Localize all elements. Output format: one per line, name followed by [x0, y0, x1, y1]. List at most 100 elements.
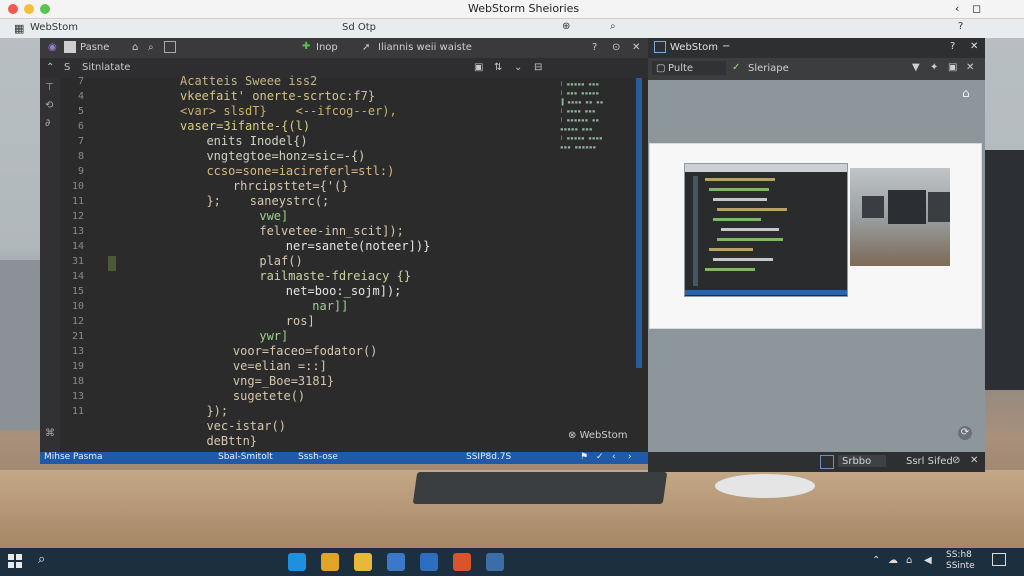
status-right[interactable]: SSIP8d.7S	[466, 452, 511, 462]
toolbar-menu-label[interactable]: Iliannis weii waiste	[378, 42, 472, 53]
search-icon[interactable]: ⌕	[610, 21, 616, 32]
code-line[interactable]: });	[140, 404, 560, 419]
code-line[interactable]: <var> slsdT} <--ifcog--er),	[140, 104, 560, 119]
line-number: 21	[71, 331, 84, 342]
close-icon[interactable]: ✕	[970, 455, 978, 466]
close-icon[interactable]: ✕	[632, 42, 640, 53]
status-left[interactable]: Mihse Pasma	[44, 452, 103, 462]
bookmark-icon[interactable]: ∂	[45, 118, 50, 129]
run-icon[interactable]: ✚	[302, 41, 310, 52]
code-line[interactable]: voor=faceo=fodator()	[140, 344, 560, 359]
question-icon[interactable]: ?	[950, 41, 955, 52]
code-line[interactable]: plaf()	[140, 254, 560, 269]
chrome-icon[interactable]	[321, 553, 339, 571]
code-line[interactable]: nar]]	[140, 299, 560, 314]
code-line[interactable]: railmaste-fdreiacy {}	[140, 269, 560, 284]
code-line[interactable]: felvetee-inn_scit]);	[140, 224, 560, 239]
globe-icon[interactable]: ⊕	[562, 21, 570, 32]
status-mid1[interactable]: Sbal-Smitolt	[218, 452, 273, 462]
chevron-left-icon[interactable]: ‹	[612, 452, 616, 462]
editor-scrollbar[interactable]	[636, 78, 642, 368]
window-min-button[interactable]: ‹	[955, 2, 959, 15]
refresh-icon[interactable]: ⟳	[958, 426, 972, 440]
filter-icon[interactable]: ⊟	[534, 62, 542, 73]
code-line[interactable]: }; saneystrc(;	[140, 194, 560, 209]
code-line[interactable]: enits Inodel{)	[140, 134, 560, 149]
chrome2-icon[interactable]	[453, 553, 471, 571]
code-line[interactable]: vng=_Boe=3181}	[140, 374, 560, 389]
question-icon[interactable]: ?	[592, 42, 597, 53]
preview-label[interactable]: Sleriape	[748, 63, 789, 74]
chevron-up-icon[interactable]: ⌃	[872, 555, 880, 566]
s-icon[interactable]: S	[64, 62, 70, 73]
code-line[interactable]: sugetete()	[140, 389, 560, 404]
up-icon[interactable]: ⌃	[46, 62, 54, 73]
sort-icon[interactable]: ⇅	[494, 62, 502, 73]
thumbnail-monitor	[862, 196, 884, 218]
file-select-label[interactable]: Pulte	[668, 63, 693, 74]
gear-icon[interactable]: ✦	[930, 62, 938, 73]
code-line[interactable]: ccso=sone=iacireferl=stl:)	[140, 164, 560, 179]
store-icon[interactable]	[387, 553, 405, 571]
code-line[interactable]: vaser=3ifante-{(l)	[140, 119, 560, 134]
close-icon[interactable]: ✕	[966, 62, 974, 73]
code-line[interactable]: vec-istar()	[140, 419, 560, 434]
home-icon[interactable]: ⌂	[962, 86, 970, 100]
code-line[interactable]: ve=elian =::]	[140, 359, 560, 374]
chevron-down-icon[interactable]: ⌄	[514, 62, 522, 73]
volume-icon[interactable]: ◀	[924, 555, 932, 566]
code-line[interactable]: vwe]	[140, 209, 560, 224]
question-icon[interactable]: ?	[958, 21, 963, 32]
structure-icon[interactable]: ⟲	[45, 100, 53, 111]
search-icon[interactable]: ⌕	[38, 552, 45, 567]
pin-icon[interactable]: ⊤	[45, 82, 54, 93]
window-max-button[interactable]: ◻	[972, 2, 981, 15]
find-icon[interactable]: ⌕	[148, 42, 154, 53]
cloud-icon[interactable]: ☁	[888, 555, 898, 566]
camera-icon[interactable]: ▣	[474, 62, 483, 73]
thumbnail-gutter	[693, 176, 698, 286]
settings-icon[interactable]: ⊙	[612, 42, 620, 53]
terminal-icon[interactable]: ⌘	[45, 428, 55, 439]
layout-icon[interactable]	[164, 41, 176, 53]
thumbnail-code	[684, 163, 848, 297]
webstorm-icon[interactable]	[486, 553, 504, 571]
home-icon[interactable]: ⌂	[132, 42, 138, 53]
code-editor[interactable]: Acatteis Sweee iss2 vkeefait' onerte-scrt…	[140, 74, 560, 449]
code-line[interactable]: net=boo:_sojm]);	[140, 284, 560, 299]
dropdown-icon[interactable]: ▼	[912, 62, 920, 73]
bottom-button[interactable]: Srbbo	[842, 456, 871, 467]
code-line[interactable]: Acatteis Sweee iss2	[140, 74, 560, 89]
code-line[interactable]: deBttn}	[140, 434, 560, 449]
code-line[interactable]: rhrcipsttet={'(}	[140, 179, 560, 194]
device-icon[interactable]	[820, 455, 834, 469]
lock-icon[interactable]: ✓	[596, 452, 604, 462]
code-line[interactable]: ros]	[140, 314, 560, 329]
git-icon[interactable]: ⚑	[580, 452, 588, 462]
close-dot-icon[interactable]	[8, 4, 18, 14]
chevron-right-icon[interactable]: ›	[628, 452, 632, 462]
notifications-icon[interactable]	[992, 553, 1006, 566]
run-label[interactable]: Inop	[316, 42, 338, 53]
tab-file-label[interactable]: Pasne	[80, 42, 109, 53]
windows-start-icon[interactable]	[8, 554, 22, 568]
minimize-dot-icon[interactable]	[24, 4, 34, 14]
code-line[interactable]: ywr]	[140, 329, 560, 344]
thumbnail-line	[717, 238, 783, 241]
close-icon[interactable]: ✕	[970, 41, 978, 52]
status-mid2[interactable]: Sssh-ose	[298, 452, 338, 462]
preview-title[interactable]: WebStom	[670, 42, 718, 53]
code-line[interactable]: vngtegtoe=honz=sic=-{)	[140, 149, 560, 164]
code-line[interactable]: vkeefait' onerte-scrtoc:f7}	[140, 89, 560, 104]
zoom-dot-icon[interactable]	[40, 4, 50, 14]
slash-icon[interactable]: ⊘	[952, 455, 960, 466]
mail-icon[interactable]	[420, 553, 438, 571]
network-icon[interactable]: ⌂	[906, 555, 912, 566]
edge-icon[interactable]	[288, 553, 306, 571]
clock-time[interactable]: SS:h8	[946, 550, 972, 560]
code-line[interactable]: ner=sanete(noteer])}	[140, 239, 560, 254]
clock-date[interactable]: SSinte	[946, 561, 975, 571]
dock-icon[interactable]: ▣	[948, 62, 957, 73]
folder-icon[interactable]	[354, 553, 372, 571]
project-icon[interactable]: ◉	[48, 42, 57, 53]
